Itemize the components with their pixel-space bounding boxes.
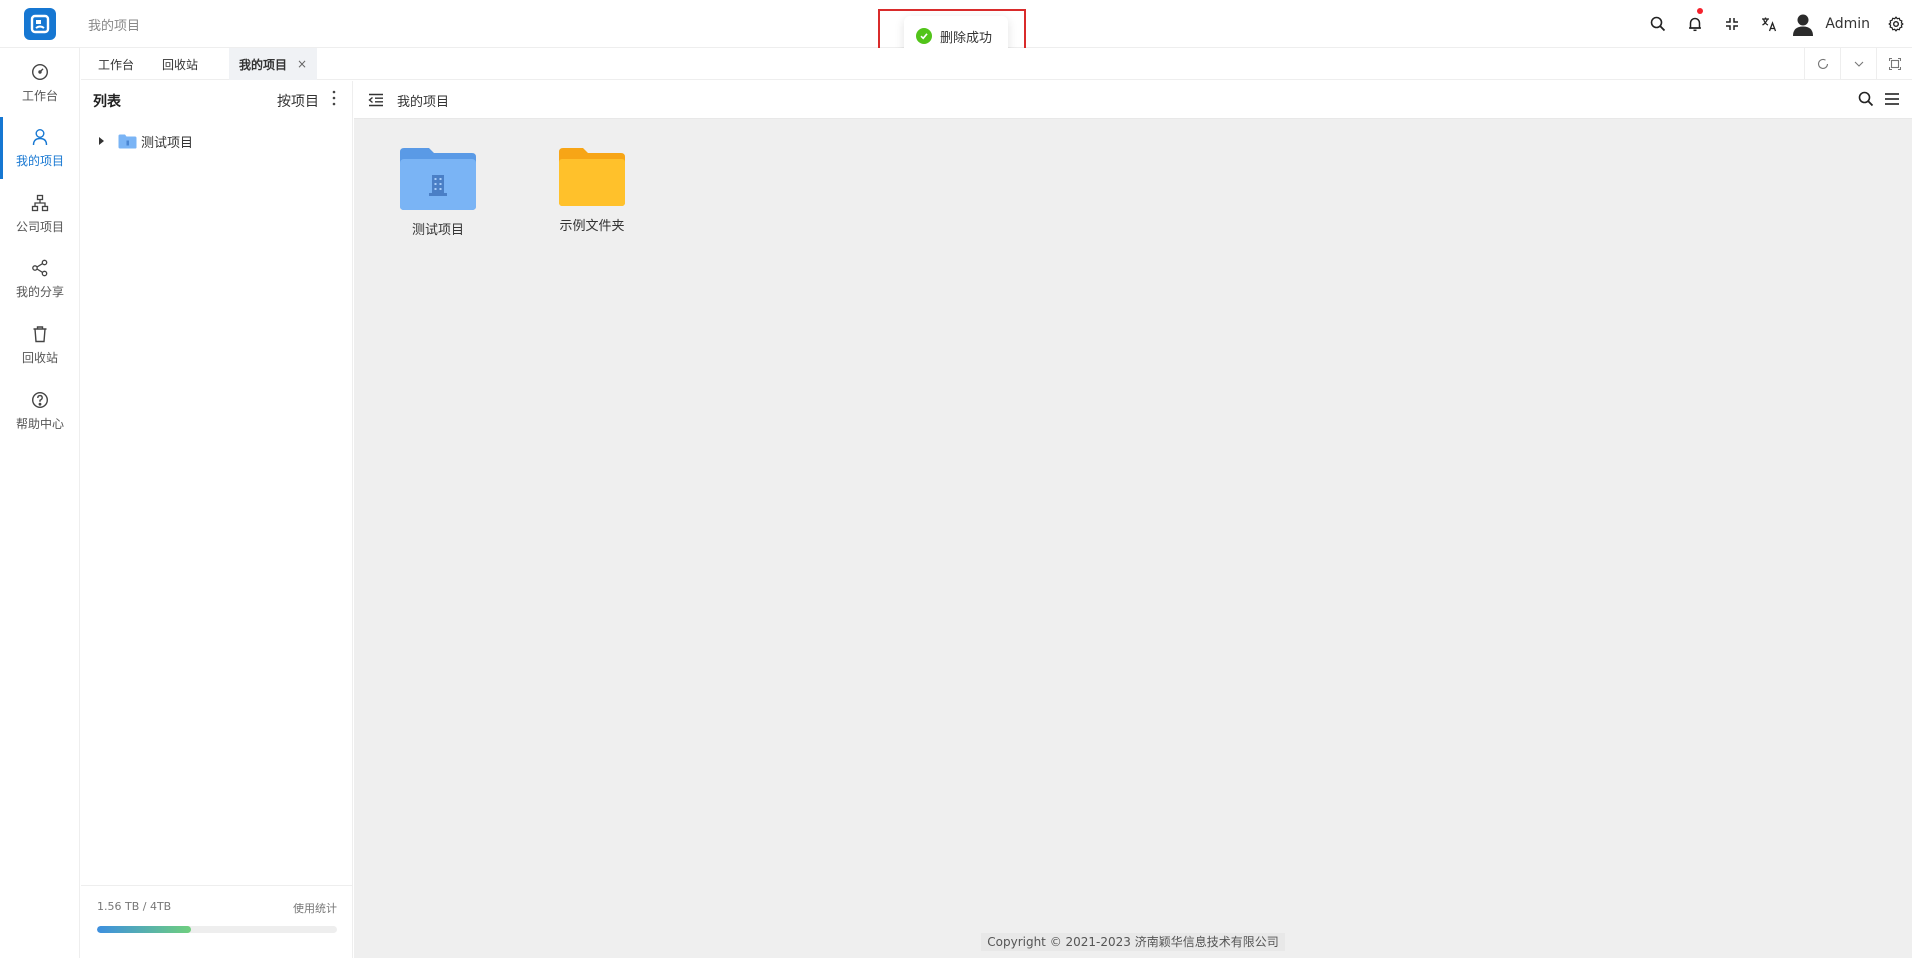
nav-item-my-shares[interactable]: 我的分享 (0, 248, 80, 310)
nav-label: 工作台 (21, 88, 58, 103)
trash-icon (33, 325, 47, 342)
collapse-sidebar-icon[interactable] (368, 92, 384, 108)
file-label: 示例文件夹 (559, 219, 625, 234)
tab-my-projects[interactable]: 我的项目 × (229, 48, 318, 80)
tab-tools (1804, 48, 1912, 80)
file-label: 测试项目 (411, 223, 464, 238)
header-actions: Admin (1639, 0, 1912, 48)
storage-usage: 1.56 TB / 4TB 使用统计 (81, 885, 353, 958)
tab-workbench[interactable]: 工作台 (98, 48, 134, 80)
nav-label: 公司项目 (15, 219, 64, 234)
project-folder-icon (118, 134, 137, 148)
avatar (1793, 14, 1814, 36)
tree-title: 列表 (93, 94, 121, 110)
toast-message: 删除成功 (940, 30, 993, 46)
settings-icon[interactable] (1880, 0, 1912, 48)
translate-icon[interactable] (1750, 0, 1787, 48)
tab-close-icon[interactable]: × (297, 57, 307, 71)
main-header: 我的项目 (354, 81, 1912, 119)
nav-label: 回收站 (21, 350, 58, 365)
file-item-example-folder[interactable]: 示例文件夹 (537, 147, 647, 234)
nav-label: 我的项目 (15, 153, 64, 168)
logo-icon (30, 14, 50, 34)
search-icon[interactable] (1639, 0, 1676, 48)
nav-item-my-projects[interactable]: 我的项目 (0, 117, 80, 179)
storage-progress-fill (97, 926, 191, 933)
copyright-text: Copyright © 2021-2023 济南颖华信息技术有限公司 (981, 933, 1285, 951)
username: Admin (1825, 16, 1870, 32)
tree-header: 列表 按项目 (81, 81, 353, 117)
usage-stats-link[interactable]: 使用统计 (293, 900, 337, 916)
nav-item-workbench[interactable]: 工作台 (0, 52, 80, 114)
fullscreen-icon[interactable] (1713, 0, 1750, 48)
caret-right-icon[interactable] (99, 137, 104, 145)
tab-label: 回收站 (162, 57, 199, 72)
dashboard-icon (31, 63, 49, 80)
tree-node-label: 测试项目 (141, 135, 194, 151)
nav-item-recycle-bin[interactable]: 回收站 (0, 314, 80, 376)
file-item-test-project[interactable]: 测试项目 (383, 147, 493, 238)
sort-by-project-button[interactable]: 按项目 (277, 91, 319, 111)
tab-label: 工作台 (98, 57, 135, 72)
storage-usage-text: 1.56 TB / 4TB (97, 900, 172, 913)
search-icon[interactable] (1858, 91, 1874, 107)
nav-item-help-center[interactable]: 帮助中心 (0, 380, 80, 442)
tab-label: 我的项目 (239, 57, 288, 72)
nav-item-company-projects[interactable]: 公司项目 (0, 183, 80, 245)
folder-icon (559, 148, 625, 206)
tree-node-test-project[interactable]: 测试项目 (99, 130, 193, 152)
org-icon (31, 194, 49, 211)
project-folder-icon (400, 148, 476, 210)
menu-icon[interactable] (1884, 91, 1900, 107)
more-vertical-icon[interactable] (328, 88, 340, 108)
notification-dot (1697, 8, 1704, 14)
storage-progress-bar (97, 926, 337, 933)
tree-panel: 列表 按项目 测试项目 1.56 TB / 4TB 使用统计 (81, 81, 353, 958)
chevron-down-icon[interactable] (1840, 48, 1876, 80)
main-title: 我的项目 (397, 95, 450, 110)
app-logo[interactable] (24, 8, 56, 40)
refresh-icon[interactable] (1804, 48, 1840, 80)
help-icon (31, 391, 49, 408)
copyright-footer: Copyright © 2021-2023 济南颖华信息技术有限公司 (354, 933, 1912, 951)
main-content: 我的项目 测试项目 示例文件夹 Copyright © 2021-2023 济南… (354, 81, 1912, 958)
maximize-icon[interactable] (1876, 48, 1912, 80)
breadcrumb: 我的项目 (88, 19, 141, 34)
user-menu[interactable]: Admin (1787, 0, 1880, 48)
nav-label: 我的分享 (15, 284, 64, 299)
tab-recycle-bin[interactable]: 回收站 (162, 48, 198, 80)
nav-label: 帮助中心 (15, 416, 64, 431)
bell-icon[interactable] (1676, 0, 1713, 48)
user-icon (32, 128, 48, 145)
tab-bar: 工作台 回收站 我的项目 × (81, 48, 1912, 80)
left-nav: 工作台 我的项目 公司项目 我的分享 回收站 帮助中心 (0, 48, 80, 958)
share-icon (32, 259, 48, 276)
check-circle-icon (916, 28, 932, 44)
